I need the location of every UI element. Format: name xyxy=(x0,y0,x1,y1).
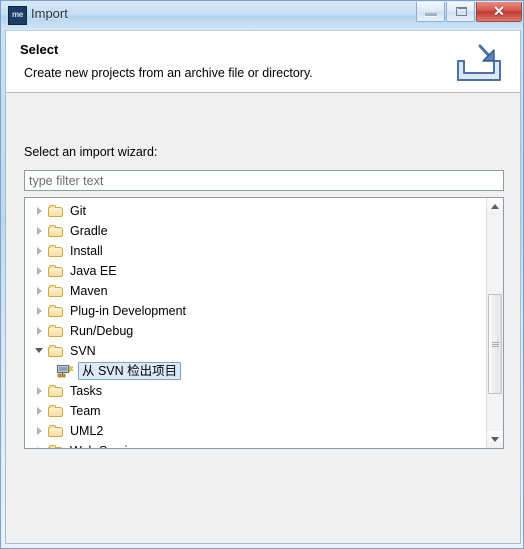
scroll-up-arrow[interactable] xyxy=(487,198,503,215)
tree-item-label: Web Services xyxy=(70,441,147,448)
tree-item-label: SVN xyxy=(70,344,96,358)
tree-item-label: Gradle xyxy=(70,224,108,238)
page-description: Create new projects from an archive file… xyxy=(24,66,313,80)
tree-item[interactable]: Install xyxy=(25,241,487,261)
tree-item[interactable]: Web Services xyxy=(25,441,487,448)
folder-icon xyxy=(48,404,64,418)
tree-item-label: Team xyxy=(70,404,101,418)
chevron-right-icon[interactable] xyxy=(33,281,48,301)
tree-item-label: Run/Debug xyxy=(70,324,134,338)
wizard-tree[interactable]: Git Gradle Install Java EE Maven Plug-in Deve… xyxy=(24,197,504,449)
folder-icon xyxy=(48,344,64,358)
folder-icon xyxy=(48,324,64,338)
chevron-right-icon[interactable] xyxy=(33,321,48,341)
tree-vertical-scrollbar[interactable] xyxy=(486,198,503,448)
page-title: Select xyxy=(20,42,59,57)
folder-icon xyxy=(48,444,64,448)
tree-scroll-viewport: Git Gradle Install Java EE Maven Plug-in Deve… xyxy=(25,198,487,448)
import-wizard-icon xyxy=(453,39,505,87)
maximize-button[interactable] xyxy=(446,2,475,22)
tree-item[interactable]: Gradle xyxy=(25,221,487,241)
tree-item[interactable]: Team xyxy=(25,401,487,421)
scrollbar-grip-icon xyxy=(492,342,499,348)
chevron-right-icon[interactable] xyxy=(33,401,48,421)
tree-item[interactable]: Java EE xyxy=(25,261,487,281)
tree-item[interactable]: Run/Debug xyxy=(25,321,487,341)
folder-icon xyxy=(48,304,64,318)
scrollbar-thumb[interactable] xyxy=(488,294,502,394)
folder-icon xyxy=(48,284,64,298)
svn-checkout-icon xyxy=(57,364,74,379)
tree-item-label: Maven xyxy=(70,284,108,298)
tree-item-label: Install xyxy=(70,244,103,258)
import-dialog-window: me Import ✕ Select Create new projects f… xyxy=(0,0,524,549)
folder-icon xyxy=(48,224,64,238)
tree-item-label: 从 SVN 检出项目 xyxy=(78,362,182,380)
wizard-content: Select an import wizard: Git Gradle Instal… xyxy=(6,93,520,548)
minimize-button[interactable] xyxy=(416,2,445,22)
filter-input[interactable] xyxy=(24,170,504,191)
tree-item[interactable]: Maven xyxy=(25,281,487,301)
chevron-right-icon[interactable] xyxy=(33,261,48,281)
tree-item-label: Plug-in Development xyxy=(70,304,187,318)
tree-item[interactable]: UML2 xyxy=(25,421,487,441)
maximize-icon xyxy=(456,7,467,16)
tree-item-list: Git Gradle Install Java EE Maven Plug-in Deve… xyxy=(25,198,487,448)
tree-item[interactable]: SVN xyxy=(25,341,487,361)
folder-icon xyxy=(48,264,64,278)
chevron-right-icon[interactable] xyxy=(33,381,48,401)
folder-icon xyxy=(48,204,64,218)
tree-item-label: Java EE xyxy=(70,264,117,278)
close-button[interactable]: ✕ xyxy=(476,2,522,22)
window-title: Import xyxy=(31,6,68,21)
dialog-client-area: Select Create new projects from an archi… xyxy=(5,30,521,544)
chevron-right-icon[interactable] xyxy=(33,221,48,241)
folder-icon xyxy=(48,384,64,398)
tree-item[interactable]: Plug-in Development xyxy=(25,301,487,321)
close-icon: ✕ xyxy=(493,3,505,19)
folder-icon xyxy=(48,424,64,438)
window-controls: ✕ xyxy=(416,2,522,22)
tree-item-label: Git xyxy=(70,204,86,218)
chevron-right-icon[interactable] xyxy=(33,421,48,441)
tree-item[interactable]: Git xyxy=(25,201,487,221)
title-bar: me Import ✕ xyxy=(1,1,523,30)
chevron-right-icon[interactable] xyxy=(33,301,48,321)
tree-item[interactable]: Tasks xyxy=(25,381,487,401)
tree-item-label: UML2 xyxy=(70,424,104,438)
folder-icon xyxy=(48,244,64,258)
chevron-down-icon[interactable] xyxy=(33,341,48,361)
chevron-right-icon[interactable] xyxy=(33,241,48,261)
scroll-down-arrow[interactable] xyxy=(487,431,503,448)
app-icon: me xyxy=(8,6,27,25)
wizard-header: Select Create new projects from an archi… xyxy=(6,31,520,93)
tree-item-label: Tasks xyxy=(70,384,102,398)
select-wizard-label: Select an import wizard: xyxy=(24,145,158,159)
tree-item[interactable]: 从 SVN 检出项目 xyxy=(25,361,487,381)
minimize-icon xyxy=(425,13,437,17)
chevron-right-icon[interactable] xyxy=(33,441,48,448)
chevron-right-icon[interactable] xyxy=(33,201,48,221)
